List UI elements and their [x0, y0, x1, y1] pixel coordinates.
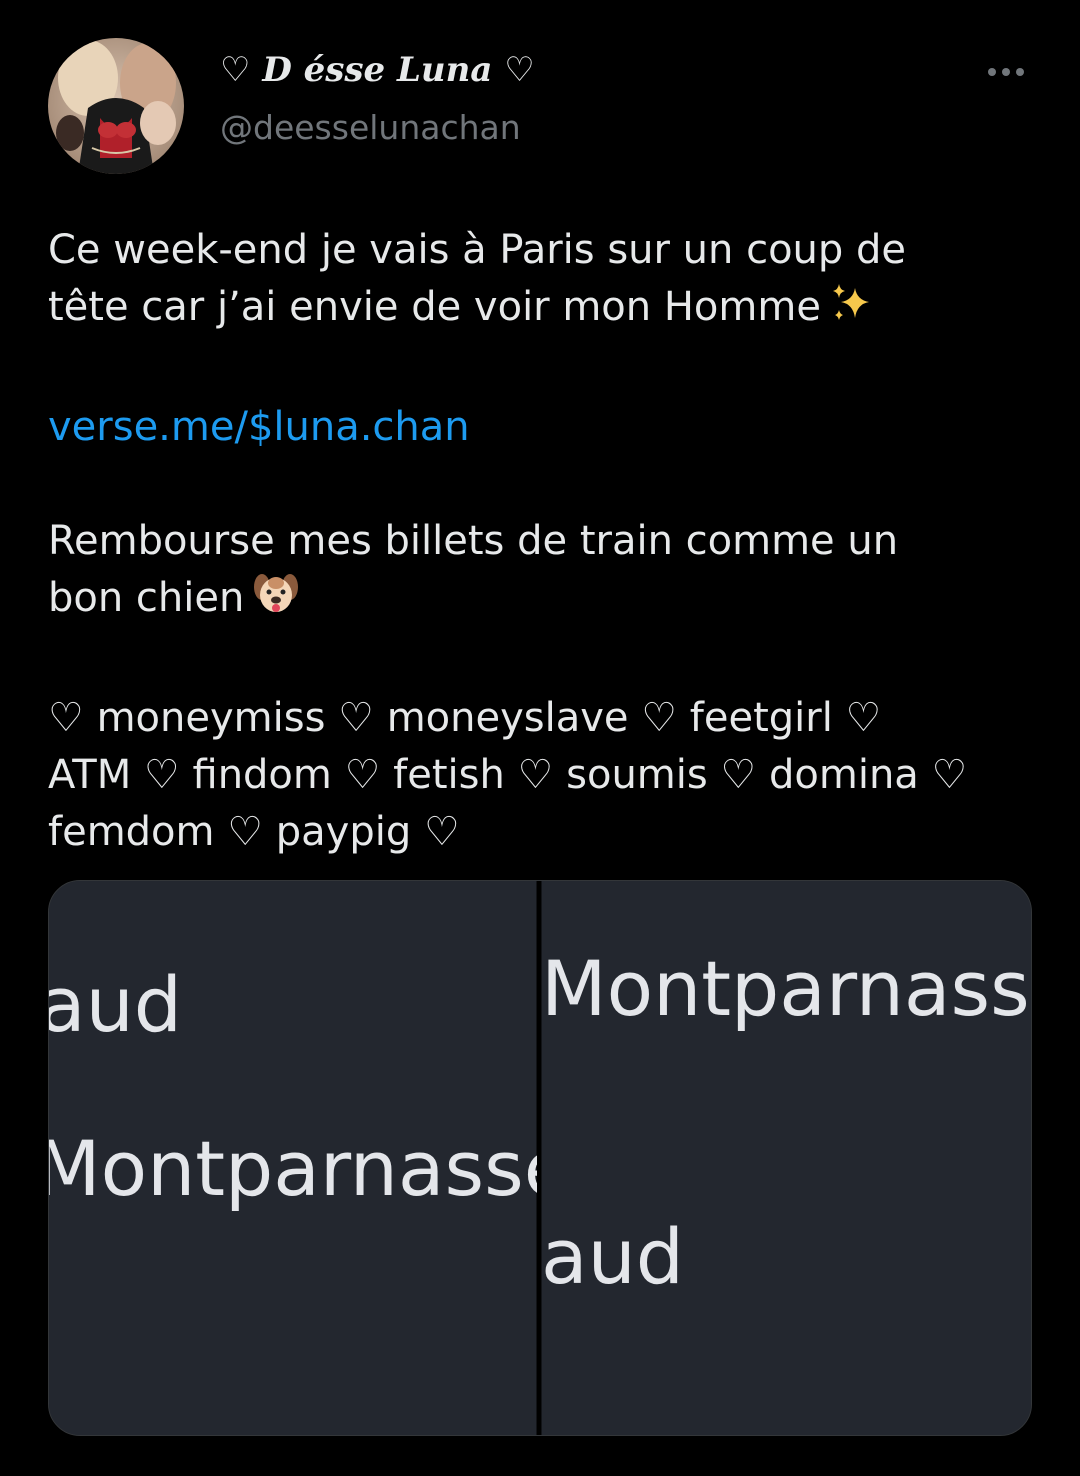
display-name[interactable]: ♡ D ésse Luna ♡: [220, 50, 535, 90]
sparkles-icon: [829, 282, 873, 342]
more-horizontal-icon: [988, 68, 1024, 76]
media-text: Montparnasse: [49, 1124, 570, 1213]
hashtag-line: femdom ♡ paypig ♡: [48, 809, 460, 855]
text-line: bon chien: [48, 575, 245, 621]
tweet-media-image[interactable]: aud Montparnasse Montparnasse aud: [48, 880, 1032, 1436]
media-text: Montparnasse: [541, 944, 1031, 1033]
text-line-with-emoji: bon chien: [48, 570, 1048, 633]
hashtag-line: ♡ moneymiss ♡ moneyslave ♡ feetgirl ♡: [48, 695, 882, 741]
dog-face-icon: [252, 571, 300, 633]
text-line-with-emoji: tête car j’ai envie de voir mon Homme: [48, 279, 1048, 342]
profile-link[interactable]: verse.me/$luna.chan: [48, 404, 470, 450]
text-line: tête car j’ai envie de voir mon Homme: [48, 284, 821, 330]
avatar[interactable]: [48, 38, 184, 174]
more-options-button[interactable]: [980, 56, 1032, 88]
hashtag-line: ATM ♡ findom ♡ fetish ♡ soumis ♡ domina …: [48, 752, 968, 798]
user-handle[interactable]: @deesselunachan: [220, 108, 521, 147]
text-line: Rembourse mes billets de train comme un: [48, 518, 899, 564]
link-row: verse.me/$luna.chan: [48, 399, 1048, 456]
text-line: Ce week-end je vais à Paris sur un coup …: [48, 227, 907, 273]
media-text: aud: [541, 1212, 684, 1301]
tweet[interactable]: ♡ D ésse Luna ♡ @deesselunachan Ce week-…: [0, 0, 1080, 1476]
tweet-text: Ce week-end je vais à Paris sur un coup …: [48, 222, 1048, 861]
media-text: aud: [49, 960, 182, 1049]
